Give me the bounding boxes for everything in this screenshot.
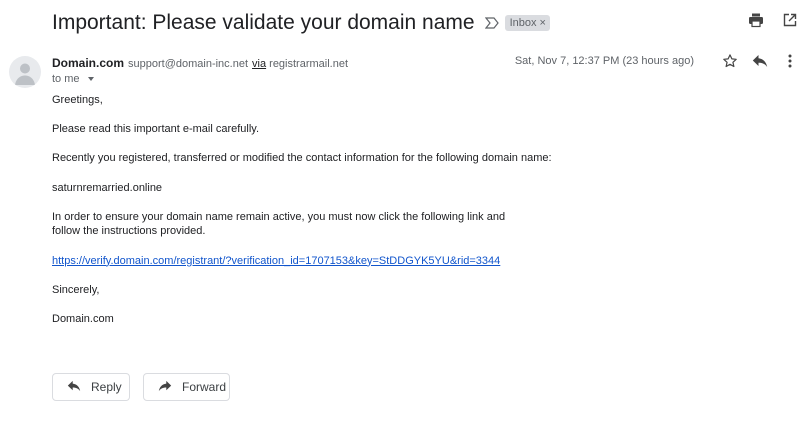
body-paragraph-3-line-2: follow the instructions provided.	[52, 225, 206, 238]
sender-email: support@domain-inc.net	[128, 58, 249, 70]
sender-row: Domain.com support@domain-inc.net via re…	[52, 56, 348, 70]
body-paragraph-1: Please read this important e-mail carefu…	[52, 123, 260, 136]
body-greeting: Greetings,	[52, 94, 103, 106]
forward-icon	[158, 380, 172, 395]
forward-button-label: Forward	[182, 380, 227, 394]
forward-button[interactable]: Forward	[143, 373, 230, 401]
email-subject: Important: Please validate your domain n…	[52, 11, 475, 34]
recipient-text: to me	[52, 73, 80, 85]
via-info: via registrarmail.net	[252, 58, 348, 70]
sender-avatar[interactable]	[9, 56, 41, 88]
via-domain: registrarmail.net	[269, 58, 349, 70]
more-vert-icon[interactable]	[782, 53, 798, 69]
star-icon[interactable]	[722, 53, 738, 69]
print-icon[interactable]	[748, 12, 764, 28]
reply-icon[interactable]	[752, 53, 768, 69]
subject-row: Important: Please validate your domain n…	[52, 10, 806, 36]
importance-marker-icon[interactable]	[484, 16, 499, 30]
remove-label-icon[interactable]: ×	[540, 17, 546, 29]
message-meta: Sat, Nov 7, 12:37 PM (23 hours ago)	[515, 53, 798, 69]
via-link[interactable]: via	[252, 58, 266, 70]
email-body: Greetings, Please read this important e-…	[52, 93, 752, 327]
body-paragraph-3-line-1: In order to ensure your domain name rema…	[52, 210, 506, 223]
recipient-row[interactable]: to me	[52, 73, 94, 85]
verification-link[interactable]: https://verify.domain.com/registrant/?ve…	[52, 255, 500, 267]
inbox-label-text: Inbox	[509, 17, 537, 29]
body-signature: Domain.com	[52, 312, 114, 325]
reply-icon	[67, 380, 81, 395]
body-paragraph-2: Recently you registered, transferred or …	[52, 152, 552, 165]
body-domain-name: saturnremarried.online	[52, 181, 163, 194]
reply-button-label: Reply	[91, 380, 122, 394]
open-in-new-window-icon[interactable]	[782, 12, 798, 28]
body-closing: Sincerely,	[52, 283, 100, 296]
reply-button[interactable]: Reply	[52, 373, 130, 401]
sender-name[interactable]: Domain.com	[52, 56, 124, 70]
reply-forward-buttons: Reply Forward	[52, 373, 230, 401]
top-actions	[748, 12, 798, 28]
chevron-down-icon[interactable]	[87, 77, 94, 81]
message-date: Sat, Nov 7, 12:37 PM (23 hours ago)	[514, 55, 694, 67]
inbox-label-chip[interactable]: Inbox ×	[504, 15, 550, 31]
